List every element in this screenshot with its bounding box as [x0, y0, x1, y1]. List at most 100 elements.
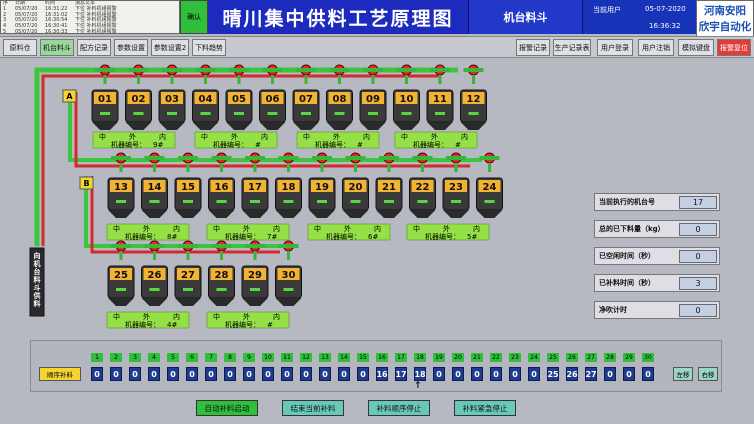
sequence-slot-value[interactable]: 18: [414, 367, 426, 381]
sequence-slot-value[interactable]: 0: [148, 367, 160, 381]
sequence-slot-value[interactable]: 0: [205, 367, 217, 381]
page-subtitle: 机台料斗: [468, 0, 582, 34]
hopper-tank[interactable]: 16: [208, 152, 235, 218]
nav-alarm-records[interactable]: 报警记录: [516, 39, 550, 56]
hopper-tank[interactable]: 22: [409, 152, 436, 218]
valve-connector: [412, 156, 433, 160]
sequence-slot-value[interactable]: 0: [281, 367, 293, 381]
sequence-slot-header: 10: [262, 353, 274, 362]
emergency-stop-button[interactable]: 补料紧急停止: [454, 400, 516, 416]
hopper-cone: [326, 122, 353, 130]
valve-connector: [430, 68, 450, 72]
hopper-tank[interactable]: 17: [241, 152, 269, 218]
hopper-tank[interactable]: 13: [107, 152, 135, 218]
hopper-tank[interactable]: 24: [476, 152, 503, 218]
sequence-slot-value[interactable]: 0: [91, 367, 103, 381]
inner-label: 内: [173, 224, 180, 233]
hopper-cone: [208, 210, 235, 218]
level-indicator: [283, 200, 294, 203]
nav-feed-trend[interactable]: 下料趋势: [192, 39, 226, 56]
line-b-label: B: [83, 179, 89, 188]
nav-production-records[interactable]: 生产记录表: [553, 39, 591, 56]
nav-user-login[interactable]: 用户登录: [597, 39, 633, 56]
alarm-log-row[interactable]: 5 05/07/20 16:30:33 下位 补料机组报警: [1, 28, 179, 34]
sequence-slot-value[interactable]: 0: [509, 367, 521, 381]
end-current-feed-button[interactable]: 结束当前补料: [282, 400, 344, 416]
level-indicator: [200, 112, 211, 115]
hopper-tank[interactable]: 21: [375, 152, 403, 218]
sequence-slot-value[interactable]: 0: [110, 367, 122, 381]
valve-connector: [229, 68, 249, 72]
nav-recipe-records[interactable]: 配方记录: [77, 39, 111, 56]
sequence-slot-value[interactable]: 0: [129, 367, 141, 381]
hopper-cone: [293, 122, 319, 130]
hopper-tank[interactable]: 23: [442, 152, 470, 218]
hopper-cone: [175, 298, 201, 306]
machine-number-prefix: 机器编号：: [213, 140, 248, 149]
sequence-slot-value[interactable]: 0: [623, 367, 635, 381]
sequence-slot-value[interactable]: 0: [224, 367, 236, 381]
current-machine-box: 当前执行的机台号 17: [594, 193, 720, 211]
sequence-slot-value[interactable]: 0: [167, 367, 179, 381]
sequence-slot-value[interactable]: 0: [338, 367, 350, 381]
sequence-slot-header: 24: [528, 353, 540, 362]
tank-number: 13: [114, 182, 128, 193]
nav-virtual-keyboard[interactable]: 模拟键盘: [678, 39, 714, 56]
sequence-slot-value[interactable]: 0: [319, 367, 331, 381]
nav-param-settings-2[interactable]: 参数设置2: [151, 39, 189, 56]
sequence-slot-value[interactable]: 0: [300, 367, 312, 381]
sequence-slot-value[interactable]: 17: [395, 367, 407, 381]
hopper-tank[interactable]: 18: [275, 152, 302, 218]
mid-label: 中: [213, 224, 220, 233]
sequence-slot-value[interactable]: 0: [528, 367, 540, 381]
sequence-slot-value[interactable]: 16: [376, 367, 388, 381]
tank-number: 21: [382, 182, 396, 193]
hopper-tank[interactable]: 12: [460, 64, 487, 130]
tank-number: 05: [232, 94, 246, 105]
valve-connector: [278, 244, 299, 248]
sequence-slot-header: 26: [566, 353, 578, 362]
nav-param-settings[interactable]: 参数设置: [114, 39, 148, 56]
nav-user-logout[interactable]: 用户注销: [638, 39, 674, 56]
sequence-slot-value[interactable]: 0: [433, 367, 445, 381]
level-indicator: [468, 112, 479, 115]
sequence-slot-value[interactable]: 0: [452, 367, 464, 381]
sequence-slot-value[interactable]: 0: [642, 367, 654, 381]
sequence-slot-value[interactable]: 0: [262, 367, 274, 381]
alarm-log-panel[interactable]: 序日期 时间 消息文本 1 05/07/20 16:31:22 下位 补料机组报警 2 05/0…: [0, 0, 180, 34]
sequence-slot-value[interactable]: 0: [471, 367, 483, 381]
sequence-slot-value[interactable]: 0: [243, 367, 255, 381]
valve-connector: [211, 244, 232, 248]
level-indicator: [368, 112, 378, 115]
alarm-log-no: 5: [3, 28, 7, 34]
sequence-slot-value[interactable]: 26: [566, 367, 578, 381]
hopper-tank[interactable]: 15: [174, 152, 202, 218]
valve-connector: [178, 244, 198, 248]
sequence-slot-value[interactable]: 0: [490, 367, 502, 381]
sequence-slot-header: 19: [433, 353, 445, 362]
nav-alarm-reset[interactable]: 报警复位: [717, 39, 751, 56]
sequence-slot-value[interactable]: 0: [186, 367, 198, 381]
nav-raw-silo[interactable]: 原料仓: [3, 39, 37, 56]
valve-connector: [144, 244, 165, 248]
hopper-tank[interactable]: 14: [141, 152, 168, 218]
machine-number-prefix: 机器编号：: [225, 320, 260, 329]
sequence-slot-value[interactable]: 0: [357, 367, 369, 381]
idle-time-label: 已空闲时间（秒）: [599, 252, 655, 260]
total-drop-label: 总的已下料量（kg）: [599, 225, 665, 233]
nav-machine-hopper[interactable]: 机台料斗: [40, 39, 74, 56]
auto-feed-start-button[interactable]: 自动补料启动: [196, 400, 258, 416]
shift-left-button[interactable]: 左移: [673, 367, 693, 381]
sequence-slot-value[interactable]: 25: [547, 367, 559, 381]
sequence-stop-button[interactable]: 补料顺序停止: [368, 400, 430, 416]
sequence-slot-value[interactable]: 0: [604, 367, 616, 381]
hopper-tank[interactable]: 20: [342, 152, 369, 218]
inner-label: 内: [273, 224, 280, 233]
sequence-slot-value[interactable]: 27: [585, 367, 597, 381]
mid-label: 中: [401, 132, 408, 141]
shift-right-button[interactable]: 右移: [698, 367, 718, 381]
acknowledge-button[interactable]: 确认: [180, 0, 208, 34]
hopper-tank[interactable]: 19: [308, 152, 336, 218]
valve-connector: [396, 68, 417, 72]
tank-number: 20: [349, 182, 363, 193]
